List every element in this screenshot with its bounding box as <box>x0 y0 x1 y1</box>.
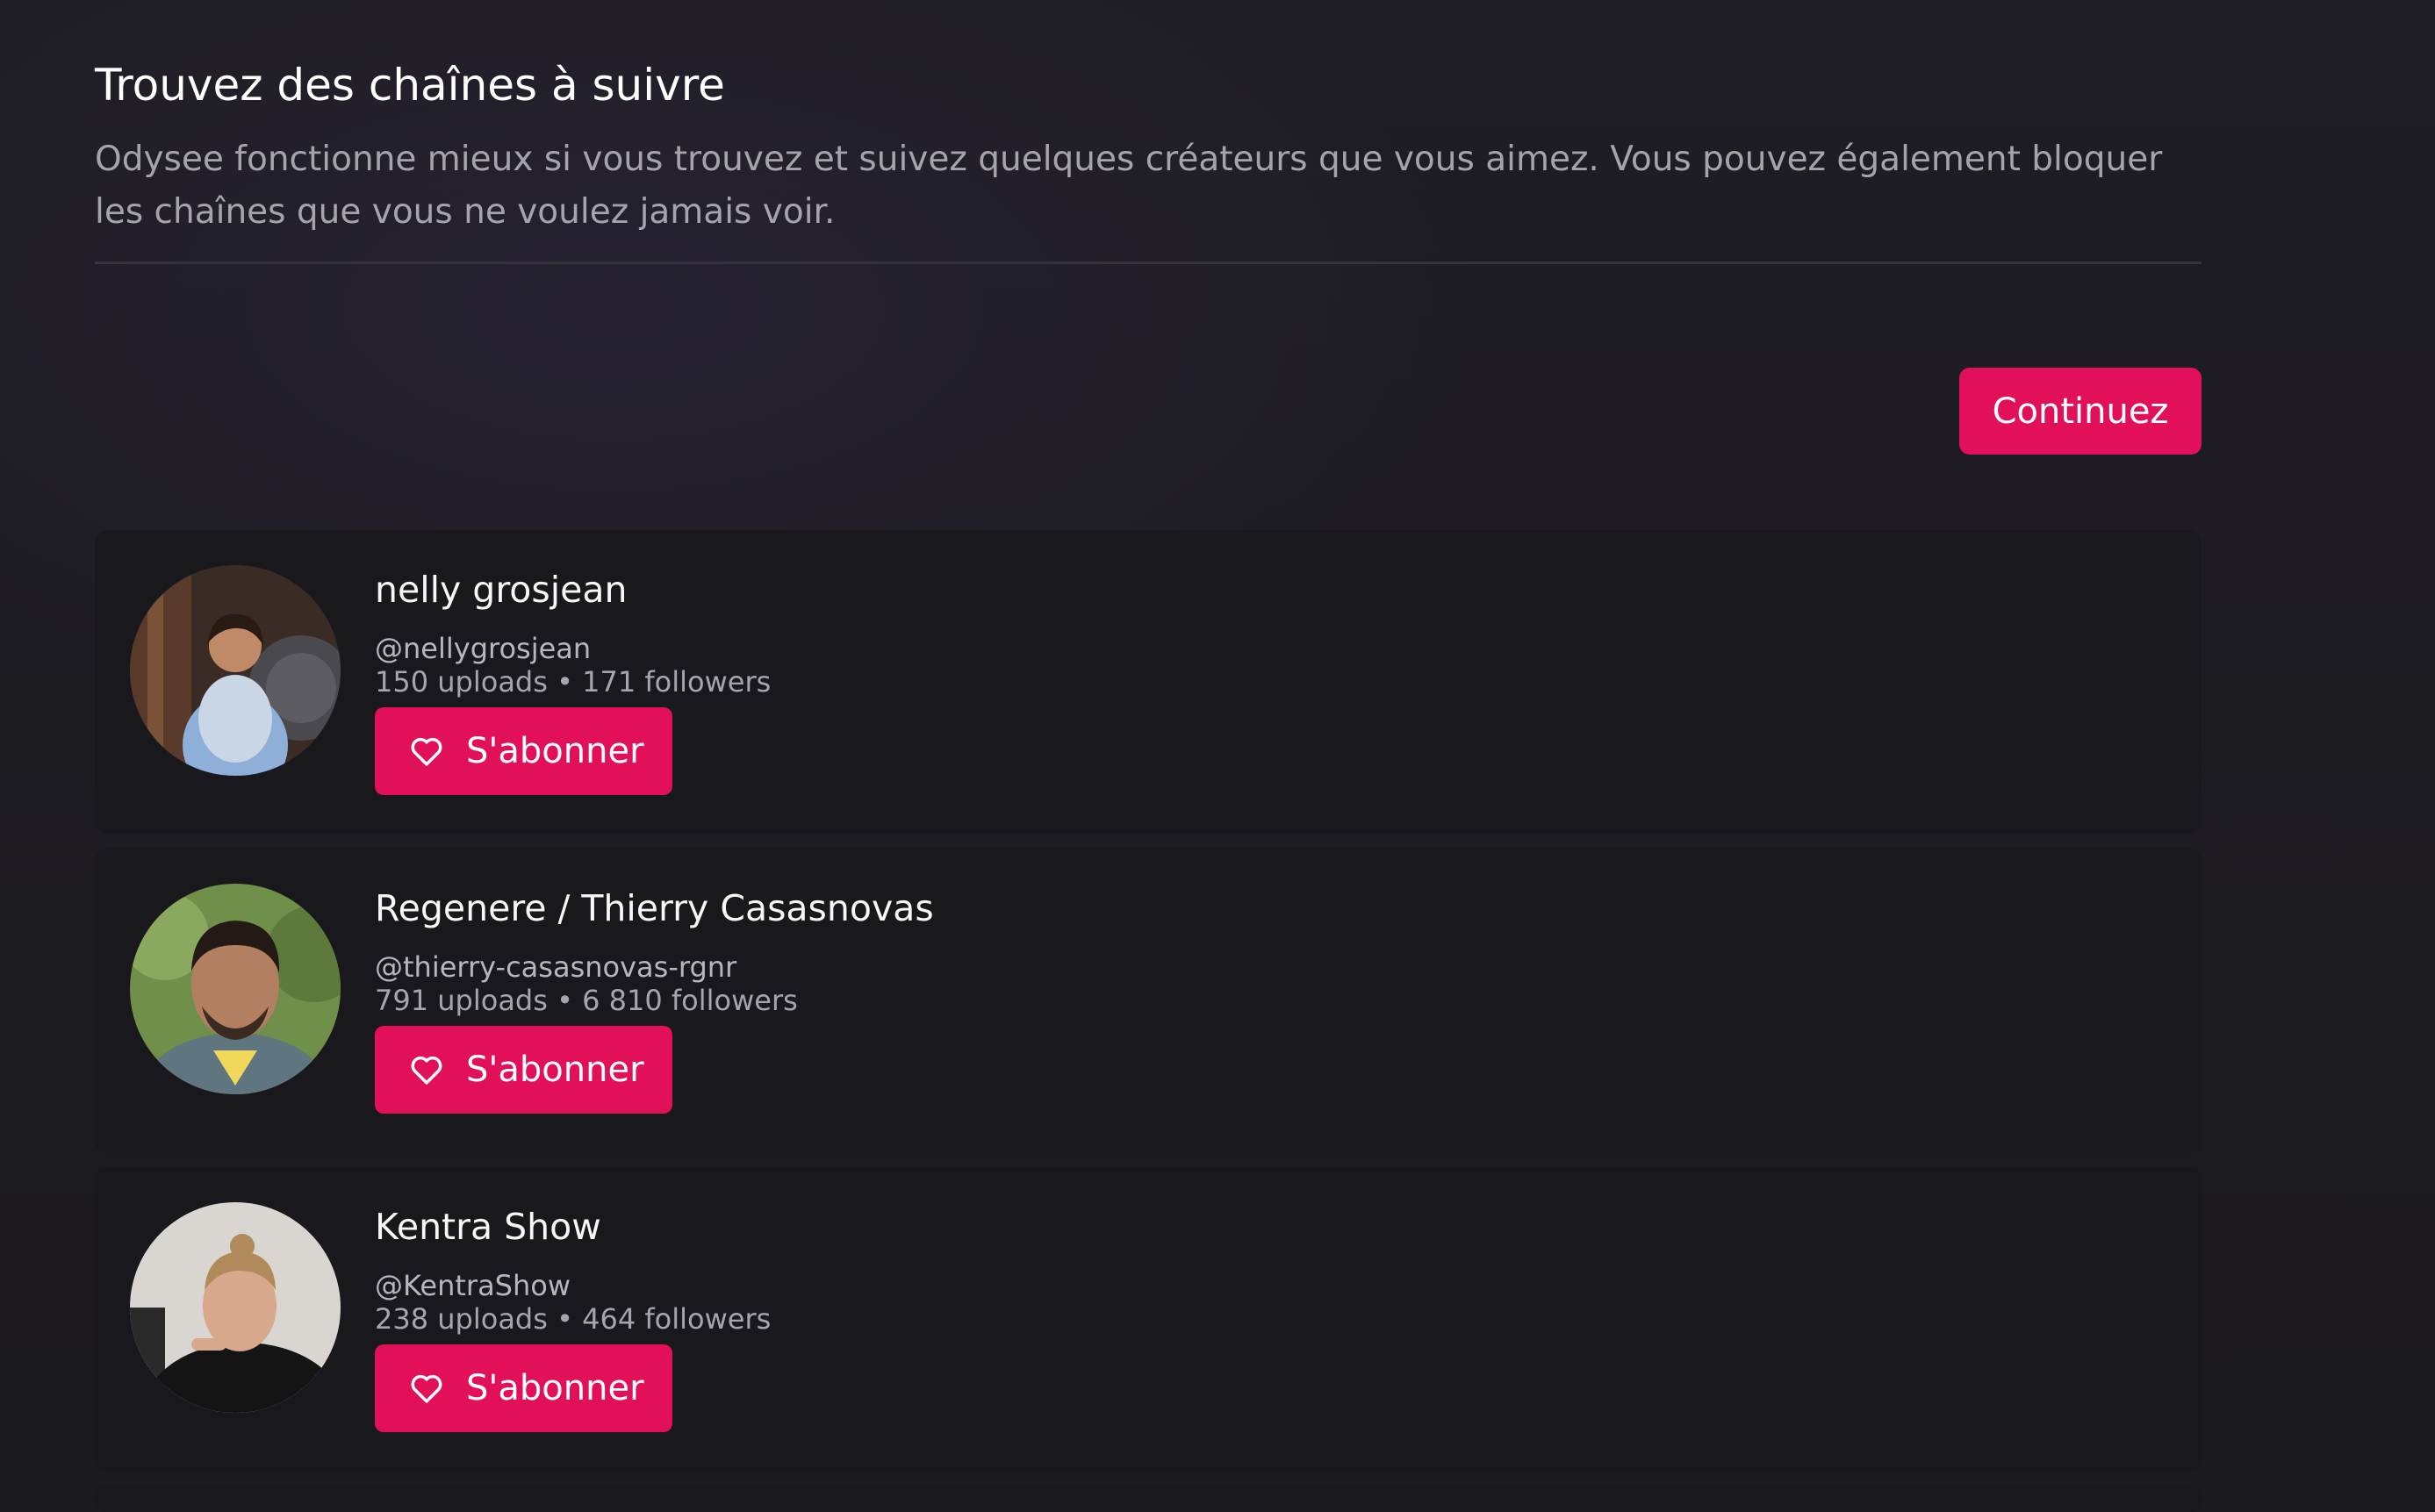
subscribe-label: S'abonner <box>466 1368 644 1408</box>
page-header: Trouvez des chaînes à suivre Odysee fonc… <box>95 0 2202 264</box>
actions-bar: Continuez <box>95 264 2202 530</box>
channel-info: Kentra Show @KentraShow 238 uploads • 46… <box>375 1202 771 1432</box>
channel-info: nelly grosjean @nellygrosjean 150 upload… <box>375 565 771 795</box>
channel-avatar[interactable] <box>130 565 341 776</box>
channel-card[interactable] <box>95 1486 2202 1512</box>
subscribe-button[interactable]: S'abonner <box>375 1344 672 1432</box>
channel-name[interactable]: Regenere / Thierry Casasnovas <box>375 884 934 933</box>
avatar-image <box>130 884 341 1094</box>
channel-handle: @thierry-casasnovas-rgnr <box>375 950 737 984</box>
channel-list: nelly grosjean @nellygrosjean 150 upload… <box>95 530 2202 1512</box>
subscribe-label: S'abonner <box>466 1050 644 1090</box>
channel-stats: 791 uploads • 6 810 followers <box>375 984 798 1017</box>
follow-channels-page: Trouvez des chaînes à suivre Odysee fonc… <box>95 0 2202 1512</box>
channel-avatar[interactable] <box>130 884 341 1094</box>
channel-name[interactable]: nelly grosjean <box>375 565 771 614</box>
avatar-image <box>130 565 341 776</box>
heart-icon <box>411 1374 442 1403</box>
continue-button[interactable]: Continuez <box>1959 368 2202 455</box>
channel-avatar[interactable] <box>130 1202 341 1413</box>
subscribe-button[interactable]: S'abonner <box>375 1026 672 1114</box>
channel-stats: 238 uploads • 464 followers <box>375 1302 772 1336</box>
avatar-image <box>130 1202 341 1413</box>
heart-icon <box>411 737 442 766</box>
channel-card[interactable]: Kentra Show @KentraShow 238 uploads • 46… <box>95 1167 2202 1471</box>
channel-name[interactable]: Kentra Show <box>375 1202 771 1251</box>
channel-info: Regenere / Thierry Casasnovas @thierry-c… <box>375 884 934 1114</box>
page-description: Odysee fonctionne mieux si vous trouvez … <box>95 140 2163 232</box>
subscribe-label: S'abonner <box>466 731 644 771</box>
channel-card[interactable]: Regenere / Thierry Casasnovas @thierry-c… <box>95 849 2202 1152</box>
page-title: Trouvez des chaînes à suivre <box>95 60 725 111</box>
subscribe-button[interactable]: S'abonner <box>375 707 672 795</box>
heart-icon <box>411 1056 442 1085</box>
channel-stats: 150 uploads • 171 followers <box>375 665 772 699</box>
channel-handle: @KentraShow <box>375 1269 571 1302</box>
channel-card[interactable]: nelly grosjean @nellygrosjean 150 upload… <box>95 530 2202 834</box>
channel-handle: @nellygrosjean <box>375 632 592 665</box>
